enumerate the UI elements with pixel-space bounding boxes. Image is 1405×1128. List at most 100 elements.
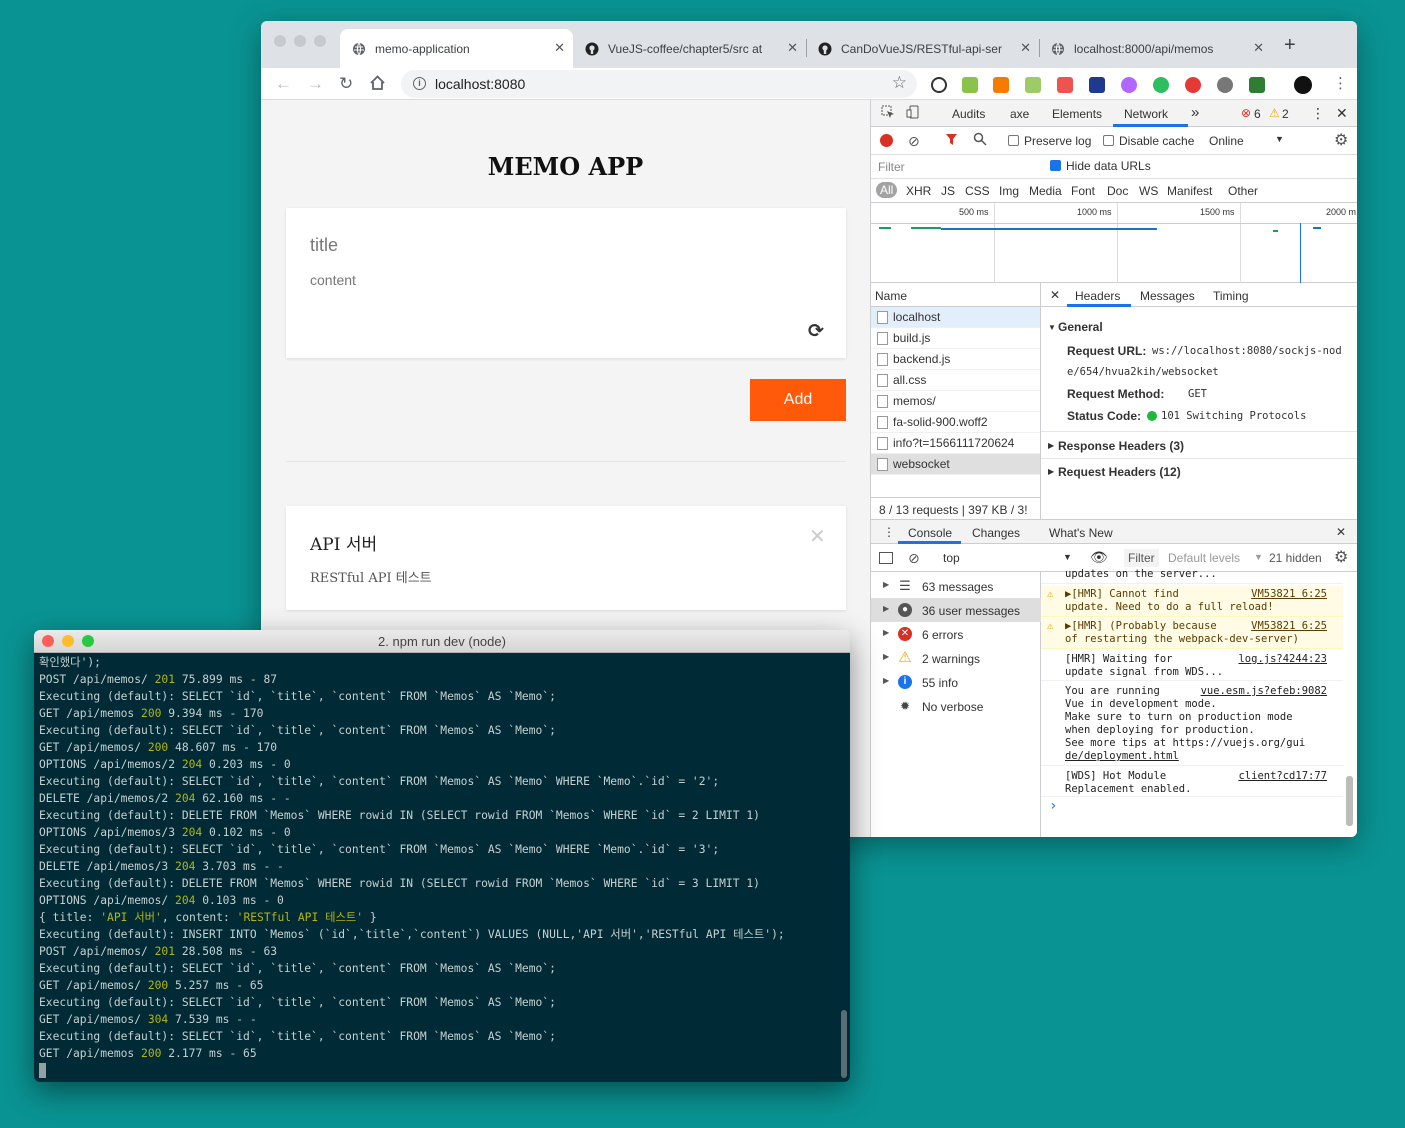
close-icon[interactable]: ✕ xyxy=(554,40,565,56)
disable-cache-checkbox[interactable]: Disable cache xyxy=(1103,134,1194,148)
tab-vuejs-coffee[interactable]: VueJS-coffee/chapter5/src at ✕ xyxy=(573,29,806,68)
search-icon[interactable] xyxy=(973,132,987,149)
avatar[interactable] xyxy=(1294,76,1312,94)
levels-select[interactable]: Default levels xyxy=(1168,551,1240,565)
type-filter-manifest[interactable]: Manifest xyxy=(1167,184,1212,198)
device-toggle-icon[interactable] xyxy=(906,105,920,122)
hide-data-urls-checkbox[interactable]: Hide data URLs xyxy=(1050,159,1151,173)
tab-candovuejs[interactable]: CanDoVueJS/RESTful-api-ser ✕ xyxy=(806,29,1039,68)
devtools-menu-icon[interactable]: ⋮ xyxy=(1311,105,1325,122)
minimize-window-button[interactable] xyxy=(62,635,74,647)
forward-icon[interactable]: → xyxy=(307,74,324,94)
type-filter-doc[interactable]: Doc xyxy=(1107,184,1128,198)
sidebar-item-warnings[interactable]: ▶ ⚠ 2 warnings xyxy=(871,646,1041,670)
triangle-down-icon[interactable]: ▼ xyxy=(1048,323,1056,332)
settings-icon[interactable]: ⚙ xyxy=(1334,547,1348,567)
new-tab-button[interactable]: + xyxy=(1284,34,1296,57)
address-bar[interactable]: i localhost:8080 ☆ xyxy=(401,70,917,98)
extension-icon[interactable] xyxy=(962,77,978,93)
extension-icon[interactable] xyxy=(1185,77,1201,93)
zoom-window-button[interactable] xyxy=(82,635,94,647)
sidebar-item-user-messages[interactable]: ▶ ● 36 user messages xyxy=(871,598,1041,622)
source-link[interactable]: VM53821 6:25 xyxy=(1251,620,1327,633)
close-drawer-icon[interactable]: ✕ xyxy=(1336,525,1346,539)
sidebar-item-errors[interactable]: ▶ ✕ 6 errors xyxy=(871,622,1041,646)
more-panels-button[interactable]: » xyxy=(1191,104,1199,121)
preserve-log-checkbox[interactable]: Preserve log xyxy=(1008,134,1091,148)
close-icon[interactable]: ✕ xyxy=(787,40,798,56)
extension-icon[interactable] xyxy=(1121,77,1137,93)
panel-tab-elements[interactable]: Elements xyxy=(1052,107,1102,121)
type-filter-xhr[interactable]: XHR xyxy=(906,184,931,198)
type-filter-js[interactable]: JS xyxy=(941,184,955,198)
triangle-right-icon[interactable]: ▶ xyxy=(1048,441,1054,450)
triangle-right-icon[interactable]: ▶ xyxy=(1048,467,1054,476)
eye-icon[interactable]: 👁 xyxy=(1090,549,1108,566)
console-output[interactable]: updates on the server... ⚠ ▶[HMR] Cannot… xyxy=(1041,568,1357,837)
tab-console[interactable]: Console xyxy=(908,526,952,540)
console-prompt[interactable]: › xyxy=(1049,799,1057,813)
close-window-button[interactable] xyxy=(274,35,286,47)
extension-icon[interactable] xyxy=(1249,77,1265,93)
sidebar-item-messages[interactable]: ▶ ☰ 63 messages xyxy=(871,574,1041,598)
minimize-window-button[interactable] xyxy=(294,35,306,47)
add-button[interactable]: Add xyxy=(750,379,846,421)
filter-icon[interactable] xyxy=(945,133,958,149)
chevron-down-icon[interactable]: ▼ xyxy=(1275,134,1284,144)
tab-timing[interactable]: Timing xyxy=(1213,289,1249,303)
title-input[interactable]: title xyxy=(310,235,338,256)
tab-memo-application[interactable]: memo-application ✕ xyxy=(340,29,573,68)
extension-icon[interactable] xyxy=(1089,77,1105,93)
filter-input[interactable]: Filter xyxy=(878,160,1038,174)
terminal-output[interactable]: 확인했다'); POST /api/memos/ 201 75.899 ms - … xyxy=(34,653,850,1082)
console-scrollbar[interactable] xyxy=(1346,776,1353,826)
delete-memo-icon[interactable]: ✕ xyxy=(809,524,826,549)
extension-icon[interactable] xyxy=(1057,77,1073,93)
request-row[interactable]: build.js xyxy=(871,328,1040,349)
panel-tab-network[interactable]: Network xyxy=(1124,107,1168,121)
request-row[interactable]: websocket xyxy=(871,454,1040,475)
warning-count-icon[interactable]: ⚠ xyxy=(1269,106,1280,120)
chevron-down-icon[interactable]: ▼ xyxy=(1254,552,1263,562)
console-filter-input[interactable]: Filter xyxy=(1124,549,1159,567)
context-select[interactable]: top xyxy=(943,551,960,565)
close-icon[interactable]: ✕ xyxy=(1020,40,1031,56)
clear-icon[interactable]: ⊘ xyxy=(908,133,920,150)
reload-icon[interactable]: ↻ xyxy=(339,74,353,94)
type-filter-media[interactable]: Media xyxy=(1029,184,1062,198)
reset-icon[interactable]: ⟳ xyxy=(808,320,824,343)
request-row[interactable]: info?t=1566111720624 xyxy=(871,433,1040,454)
content-textarea[interactable]: content xyxy=(310,272,356,288)
drawer-menu-icon[interactable]: ⋮ xyxy=(883,525,895,539)
response-headers-section[interactable]: Response Headers (3) xyxy=(1058,439,1184,453)
name-column-header[interactable]: Name xyxy=(871,283,1040,307)
type-filter-font[interactable]: Font xyxy=(1071,184,1095,198)
type-filter-ws[interactable]: WS xyxy=(1139,184,1158,198)
extension-icon[interactable] xyxy=(931,77,947,93)
info-icon[interactable]: i xyxy=(413,77,426,90)
close-detail-icon[interactable]: ✕ xyxy=(1050,288,1060,302)
request-row[interactable]: localhost xyxy=(871,307,1040,328)
type-filter-other[interactable]: Other xyxy=(1228,184,1258,198)
type-filter-img[interactable]: Img xyxy=(999,184,1019,198)
sidebar-item-info[interactable]: ▶ i 55 info xyxy=(871,670,1041,694)
source-link[interactable]: client?cd17:77 xyxy=(1238,770,1327,783)
close-devtools-icon[interactable]: ✕ xyxy=(1336,105,1348,122)
extension-icon[interactable] xyxy=(993,77,1009,93)
chevron-down-icon[interactable]: ▼ xyxy=(1063,552,1072,562)
extension-icon[interactable] xyxy=(1025,77,1041,93)
request-row[interactable]: all.css xyxy=(871,370,1040,391)
inspect-icon[interactable] xyxy=(881,105,895,122)
settings-icon[interactable]: ⚙ xyxy=(1334,130,1348,150)
back-icon[interactable]: ← xyxy=(275,74,292,94)
request-row[interactable]: fa-solid-900.woff2 xyxy=(871,412,1040,433)
sidebar-toggle-icon[interactable] xyxy=(879,552,893,564)
network-timeline[interactable]: 500 ms 1000 ms 1500 ms 2000 m xyxy=(871,203,1357,283)
sidebar-item-verbose[interactable]: ✹ No verbose xyxy=(871,694,1041,718)
general-section[interactable]: General xyxy=(1058,320,1103,334)
clear-console-icon[interactable]: ⊘ xyxy=(908,550,920,567)
tab-headers[interactable]: Headers xyxy=(1075,289,1120,303)
source-link[interactable]: log.js?4244:23 xyxy=(1238,653,1327,666)
bookmark-star-icon[interactable]: ☆ xyxy=(892,73,907,93)
tab-localhost-api[interactable]: localhost:8000/api/memos ✕ xyxy=(1039,29,1272,68)
